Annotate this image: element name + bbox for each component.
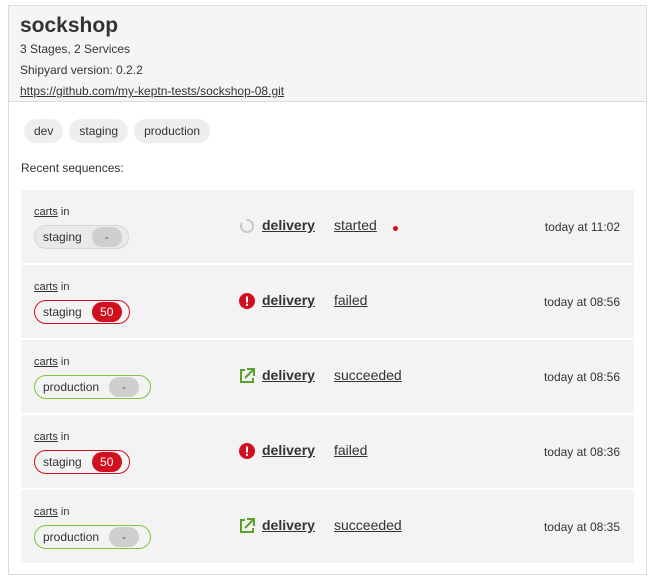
stage-chips: dev staging production — [24, 119, 211, 143]
stage-badge-count: - — [109, 527, 140, 547]
sequence-name-link[interactable]: delivery — [262, 517, 315, 533]
stage-badge-count: - — [91, 227, 122, 247]
sequence-time: today at 08:36 — [543, 445, 620, 459]
shipyard-version: Shipyard version: 0.2.2 — [20, 63, 143, 77]
sequence-name-link[interactable]: delivery — [262, 367, 315, 383]
external-link-success-icon — [240, 518, 255, 533]
project-title: sockshop — [20, 14, 119, 37]
error-icon — [239, 443, 255, 459]
in-label: in — [60, 281, 70, 293]
stage-badge[interactable]: staging 50 — [34, 300, 130, 324]
stage-badge[interactable]: staging 50 — [34, 450, 130, 474]
stage-badge-label: staging — [43, 305, 82, 319]
external-link-success-icon — [240, 368, 255, 383]
service-link[interactable]: carts — [34, 431, 58, 443]
sequence-name-link[interactable]: delivery — [262, 292, 315, 308]
sequence-status-link[interactable]: succeeded — [334, 517, 402, 533]
in-label: in — [60, 206, 70, 218]
stage-chip-staging[interactable]: staging — [69, 119, 129, 143]
sequence-time: today at 08:35 — [543, 520, 620, 534]
sequence-row: carts in staging - delivery started toda… — [21, 190, 634, 263]
in-label: in — [60, 356, 70, 368]
stage-badge-count: - — [109, 377, 140, 397]
stage-badge-label: staging — [43, 230, 82, 244]
sequence-status-link[interactable]: succeeded — [334, 367, 402, 383]
service-link[interactable]: carts — [34, 506, 58, 518]
service-link[interactable]: carts — [34, 356, 58, 368]
sequence-status-link[interactable]: started — [334, 217, 377, 233]
sequence-time: today at 08:56 — [543, 295, 620, 309]
stage-badge-count: 50 — [91, 452, 122, 472]
sequence-time: today at 11:02 — [544, 220, 620, 234]
service-link[interactable]: carts — [34, 281, 58, 293]
sequence-time: today at 08:56 — [543, 370, 620, 384]
stage-badge-label: production — [43, 380, 100, 394]
sequence-row: carts in staging 50 delivery failed toda… — [21, 415, 634, 488]
service-line: carts in — [34, 431, 69, 443]
stage-badge[interactable]: staging - — [34, 225, 129, 249]
sequence-row: carts in staging 50 delivery failed toda… — [21, 265, 634, 338]
loading-spinner-icon — [240, 219, 254, 233]
stage-chip-dev[interactable]: dev — [24, 119, 64, 143]
sequence-name-link[interactable]: delivery — [262, 217, 315, 233]
stage-badge[interactable]: production - — [34, 525, 151, 549]
stage-badge[interactable]: production - — [34, 375, 151, 399]
service-line: carts in — [34, 356, 69, 368]
sequence-row: carts in production - delivery succeeded… — [21, 490, 634, 563]
in-label: in — [60, 506, 70, 518]
project-summary: 3 Stages, 2 Services — [20, 42, 131, 56]
sequence-row: carts in production - delivery succeeded… — [21, 340, 634, 413]
sequence-status-link[interactable]: failed — [334, 292, 367, 308]
sequence-name-link[interactable]: delivery — [262, 442, 315, 458]
repo-link[interactable]: https://github.com/my-keptn-tests/socksh… — [20, 84, 284, 98]
stage-badge-label: production — [43, 530, 100, 544]
sequence-status-link[interactable]: failed — [334, 442, 367, 458]
stage-chip-production[interactable]: production — [134, 119, 211, 143]
live-indicator-dot — [393, 226, 398, 231]
service-link[interactable]: carts — [34, 206, 58, 218]
project-header: sockshop 3 Stages, 2 Services Shipyard v… — [9, 6, 646, 102]
stage-badge-count: 50 — [91, 302, 122, 322]
recent-sequences-label: Recent sequences: — [21, 161, 124, 175]
error-icon — [239, 293, 255, 309]
service-line: carts in — [34, 206, 69, 218]
service-line: carts in — [34, 281, 69, 293]
service-line: carts in — [34, 506, 69, 518]
project-card: sockshop 3 Stages, 2 Services Shipyard v… — [8, 5, 647, 575]
in-label: in — [60, 431, 70, 443]
stage-badge-label: staging — [43, 455, 82, 469]
